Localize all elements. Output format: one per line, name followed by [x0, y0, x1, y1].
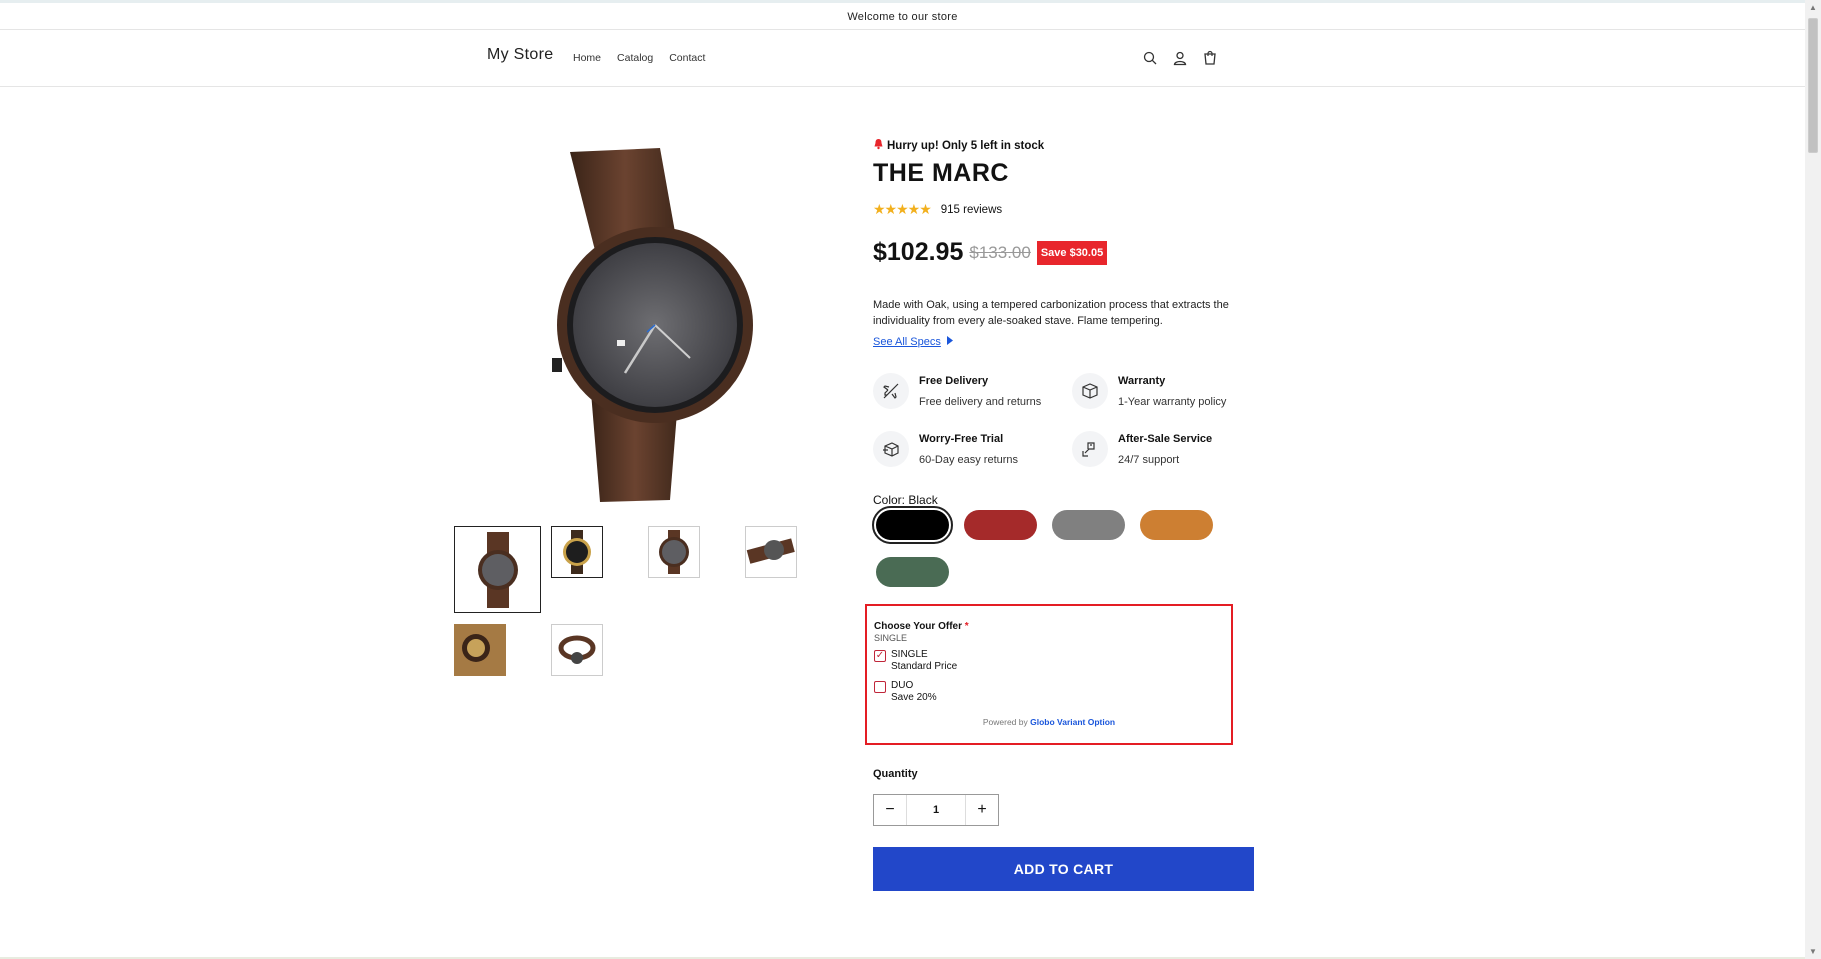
thumbnail-2[interactable] [551, 526, 603, 578]
color-label: Color: Black [873, 493, 938, 507]
feature-worry-free-trial: Worry-Free Trial 60-Day easy returns [873, 431, 1018, 467]
announcement-text: Welcome to our store [847, 10, 958, 23]
scrollbar-thumb[interactable] [1808, 18, 1818, 153]
option-desc: Standard Price [891, 661, 958, 672]
swatch-bronze[interactable] [1140, 510, 1213, 540]
top-border [0, 0, 1805, 3]
option-name: SINGLE [891, 649, 928, 660]
scroll-down-icon[interactable]: ▼ [1809, 947, 1817, 956]
nav-contact[interactable]: Contact [669, 52, 705, 64]
powered-by: Powered by Globo Variant Option [867, 717, 1231, 727]
thumbnail-6[interactable] [551, 624, 603, 676]
product-main-image[interactable] [530, 140, 780, 510]
nav-home[interactable]: Home [573, 52, 601, 64]
box-icon [1072, 373, 1108, 409]
current-price: $102.95 [873, 238, 964, 266]
feature-subtitle: Free delivery and returns [919, 396, 1042, 408]
feature-after-sale-service: After-Sale Service 24/7 support [1072, 431, 1212, 467]
required-mark: * [964, 621, 969, 632]
product-rating[interactable]: ★★★★★ 915 reviews [873, 201, 1002, 218]
search-icon[interactable] [1142, 50, 1158, 66]
powered-prefix: Powered by [982, 717, 1028, 727]
feature-title: Worry-Free Trial [919, 433, 1004, 445]
product-title: THE MARC [873, 159, 1009, 187]
feature-warranty: Warranty 1-Year warranty policy [1072, 373, 1226, 409]
package-icon [873, 431, 909, 467]
offer-selector: Choose Your Offer * SINGLE ✓ SINGLE Stand… [865, 604, 1233, 745]
swatch-red[interactable] [964, 510, 1037, 540]
add-to-cart-button[interactable]: ADD TO CART [873, 847, 1254, 891]
see-all-specs-link[interactable]: See All Specs [873, 336, 953, 348]
feature-subtitle: 1-Year warranty policy [1118, 396, 1227, 408]
announcement-bar: Welcome to our store [0, 4, 1805, 30]
support-icon [1072, 431, 1108, 467]
feature-subtitle: 60-Day easy returns [919, 454, 1019, 466]
offer-selected-value: SINGLE [874, 633, 908, 643]
checkbox-unchecked[interactable] [874, 681, 886, 693]
scrollbar[interactable]: ▲ ▼ [1805, 0, 1821, 959]
offer-heading-text: Choose Your Offer [874, 621, 962, 632]
thumbnail-5[interactable] [454, 624, 506, 676]
powered-brand-link[interactable]: Globo Variant Option [1030, 717, 1115, 727]
airplane-icon [873, 373, 909, 409]
quantity-stepper: − 1 + [873, 794, 999, 826]
scroll-up-icon[interactable]: ▲ [1809, 3, 1817, 12]
option-desc: Save 20% [891, 692, 937, 703]
thumbnail-3[interactable] [648, 526, 700, 578]
stock-text: Hurry up! Only 5 left in stock [887, 139, 1045, 152]
offer-option-duo[interactable]: DUO Save 20% [874, 680, 937, 704]
feature-title: Warranty [1118, 375, 1166, 387]
bell-icon [873, 138, 884, 153]
rating-stars: ★★★★★ [873, 201, 932, 217]
feature-title: After-Sale Service [1118, 433, 1213, 445]
main-nav: Home Catalog Contact [573, 52, 705, 64]
caret-right-icon [946, 336, 953, 348]
checkbox-checked[interactable]: ✓ [874, 650, 886, 662]
offer-option-single[interactable]: ✓ SINGLE Standard Price [874, 649, 957, 673]
option-name: DUO [891, 680, 914, 691]
save-badge: Save $30.05 [1036, 240, 1108, 265]
offer-heading: Choose Your Offer * [874, 621, 969, 632]
thumbnail-1[interactable] [454, 526, 541, 613]
cart-icon[interactable] [1202, 50, 1218, 66]
thumbnail-4[interactable] [745, 526, 797, 578]
feature-title: Free Delivery [919, 375, 989, 387]
feature-free-delivery: Free Delivery Free delivery and returns [873, 373, 1041, 409]
nav-catalog[interactable]: Catalog [617, 52, 653, 64]
compare-price: $133.00 [969, 242, 1031, 262]
specs-link-text: See All Specs [873, 336, 941, 348]
reviews-count: 915 reviews [940, 203, 1003, 216]
increase-quantity-button[interactable]: + [966, 795, 998, 825]
product-description: Made with Oak, using a tempered carboniz… [873, 299, 1229, 327]
swatch-gray[interactable] [1052, 510, 1125, 540]
site-header: My Store Home Catalog Contact [0, 30, 1805, 87]
price-block: $102.95 $133.00 Save $30.05 [873, 238, 1108, 267]
decrease-quantity-button[interactable]: − [874, 795, 906, 825]
quantity-input[interactable]: 1 [906, 795, 966, 825]
swatch-black[interactable] [872, 506, 953, 544]
store-logo[interactable]: My Store [487, 46, 553, 64]
feature-subtitle: 24/7 support [1118, 454, 1180, 466]
header-icons [1142, 50, 1218, 66]
swatch-green[interactable] [876, 557, 949, 587]
stock-notice: Hurry up! Only 5 left in stock [873, 138, 1044, 153]
quantity-label: Quantity [873, 768, 918, 780]
account-icon[interactable] [1172, 50, 1188, 66]
